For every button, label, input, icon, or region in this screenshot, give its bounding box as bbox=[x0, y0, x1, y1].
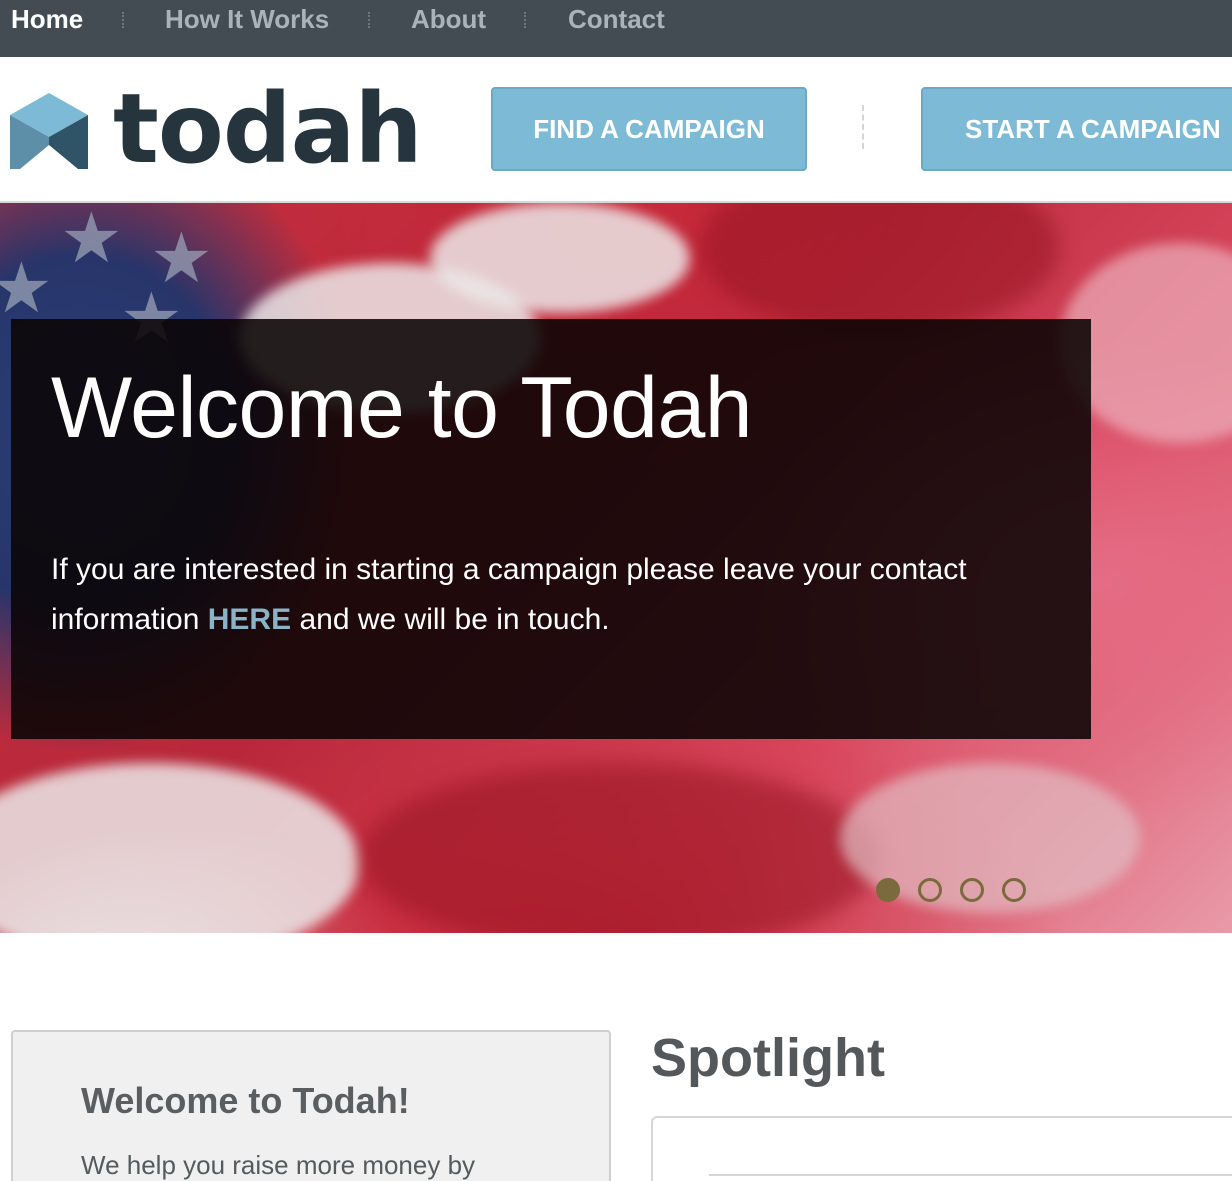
hero-caption-box: Welcome to Todah If you are interested i… bbox=[11, 319, 1091, 739]
hero-text-after: and we will be in touch. bbox=[299, 603, 610, 636]
flag-fold bbox=[0, 763, 360, 933]
spotlight-card-inner bbox=[709, 1174, 1232, 1181]
top-nav: Home How It Works About Contact bbox=[0, 0, 1232, 57]
find-campaign-button[interactable]: FIND A CAMPAIGN bbox=[491, 87, 807, 171]
flag-star-icon: ★ bbox=[0, 249, 53, 327]
hero-title: Welcome to Todah bbox=[51, 360, 753, 456]
slide-dot-1[interactable] bbox=[876, 878, 900, 902]
nav-separator bbox=[368, 12, 370, 28]
header-divider bbox=[862, 105, 864, 149]
spotlight-card bbox=[651, 1116, 1232, 1181]
welcome-card-title: Welcome to Todah! bbox=[81, 1080, 410, 1121]
welcome-card-text: We help you raise more money by bbox=[81, 1150, 476, 1180]
slide-dot-2[interactable] bbox=[918, 878, 942, 902]
flag-fold bbox=[430, 203, 690, 313]
hero-slider: ★ ★ ★ ★ Welcome to Todah If you are inte… bbox=[0, 203, 1232, 933]
slider-pagination bbox=[876, 878, 1026, 902]
logo-wordmark[interactable]: todah bbox=[113, 81, 423, 177]
flag-star-icon: ★ bbox=[60, 203, 123, 277]
spotlight-title: Spotlight bbox=[651, 1028, 885, 1088]
nav-separator bbox=[122, 12, 124, 28]
start-campaign-button[interactable]: START A CAMPAIGN bbox=[921, 87, 1232, 171]
nav-about[interactable]: About bbox=[411, 4, 486, 35]
nav-separator bbox=[524, 12, 526, 28]
site-header: todah FIND A CAMPAIGN START A CAMPAIGN bbox=[0, 57, 1232, 203]
nav-home[interactable]: Home bbox=[11, 4, 83, 35]
slide-dot-4[interactable] bbox=[1002, 878, 1026, 902]
welcome-card: Welcome to Todah! We help you raise more… bbox=[11, 1030, 611, 1181]
flag-fold bbox=[360, 763, 880, 933]
hero-text: If you are interested in starting a camp… bbox=[51, 545, 1061, 645]
nav-contact[interactable]: Contact bbox=[568, 4, 665, 35]
slide-dot-3[interactable] bbox=[960, 878, 984, 902]
nav-how-it-works[interactable]: How It Works bbox=[165, 4, 329, 35]
flag-fold bbox=[700, 203, 1060, 333]
here-link[interactable]: HERE bbox=[208, 603, 291, 636]
todah-logo-icon[interactable] bbox=[10, 93, 88, 169]
